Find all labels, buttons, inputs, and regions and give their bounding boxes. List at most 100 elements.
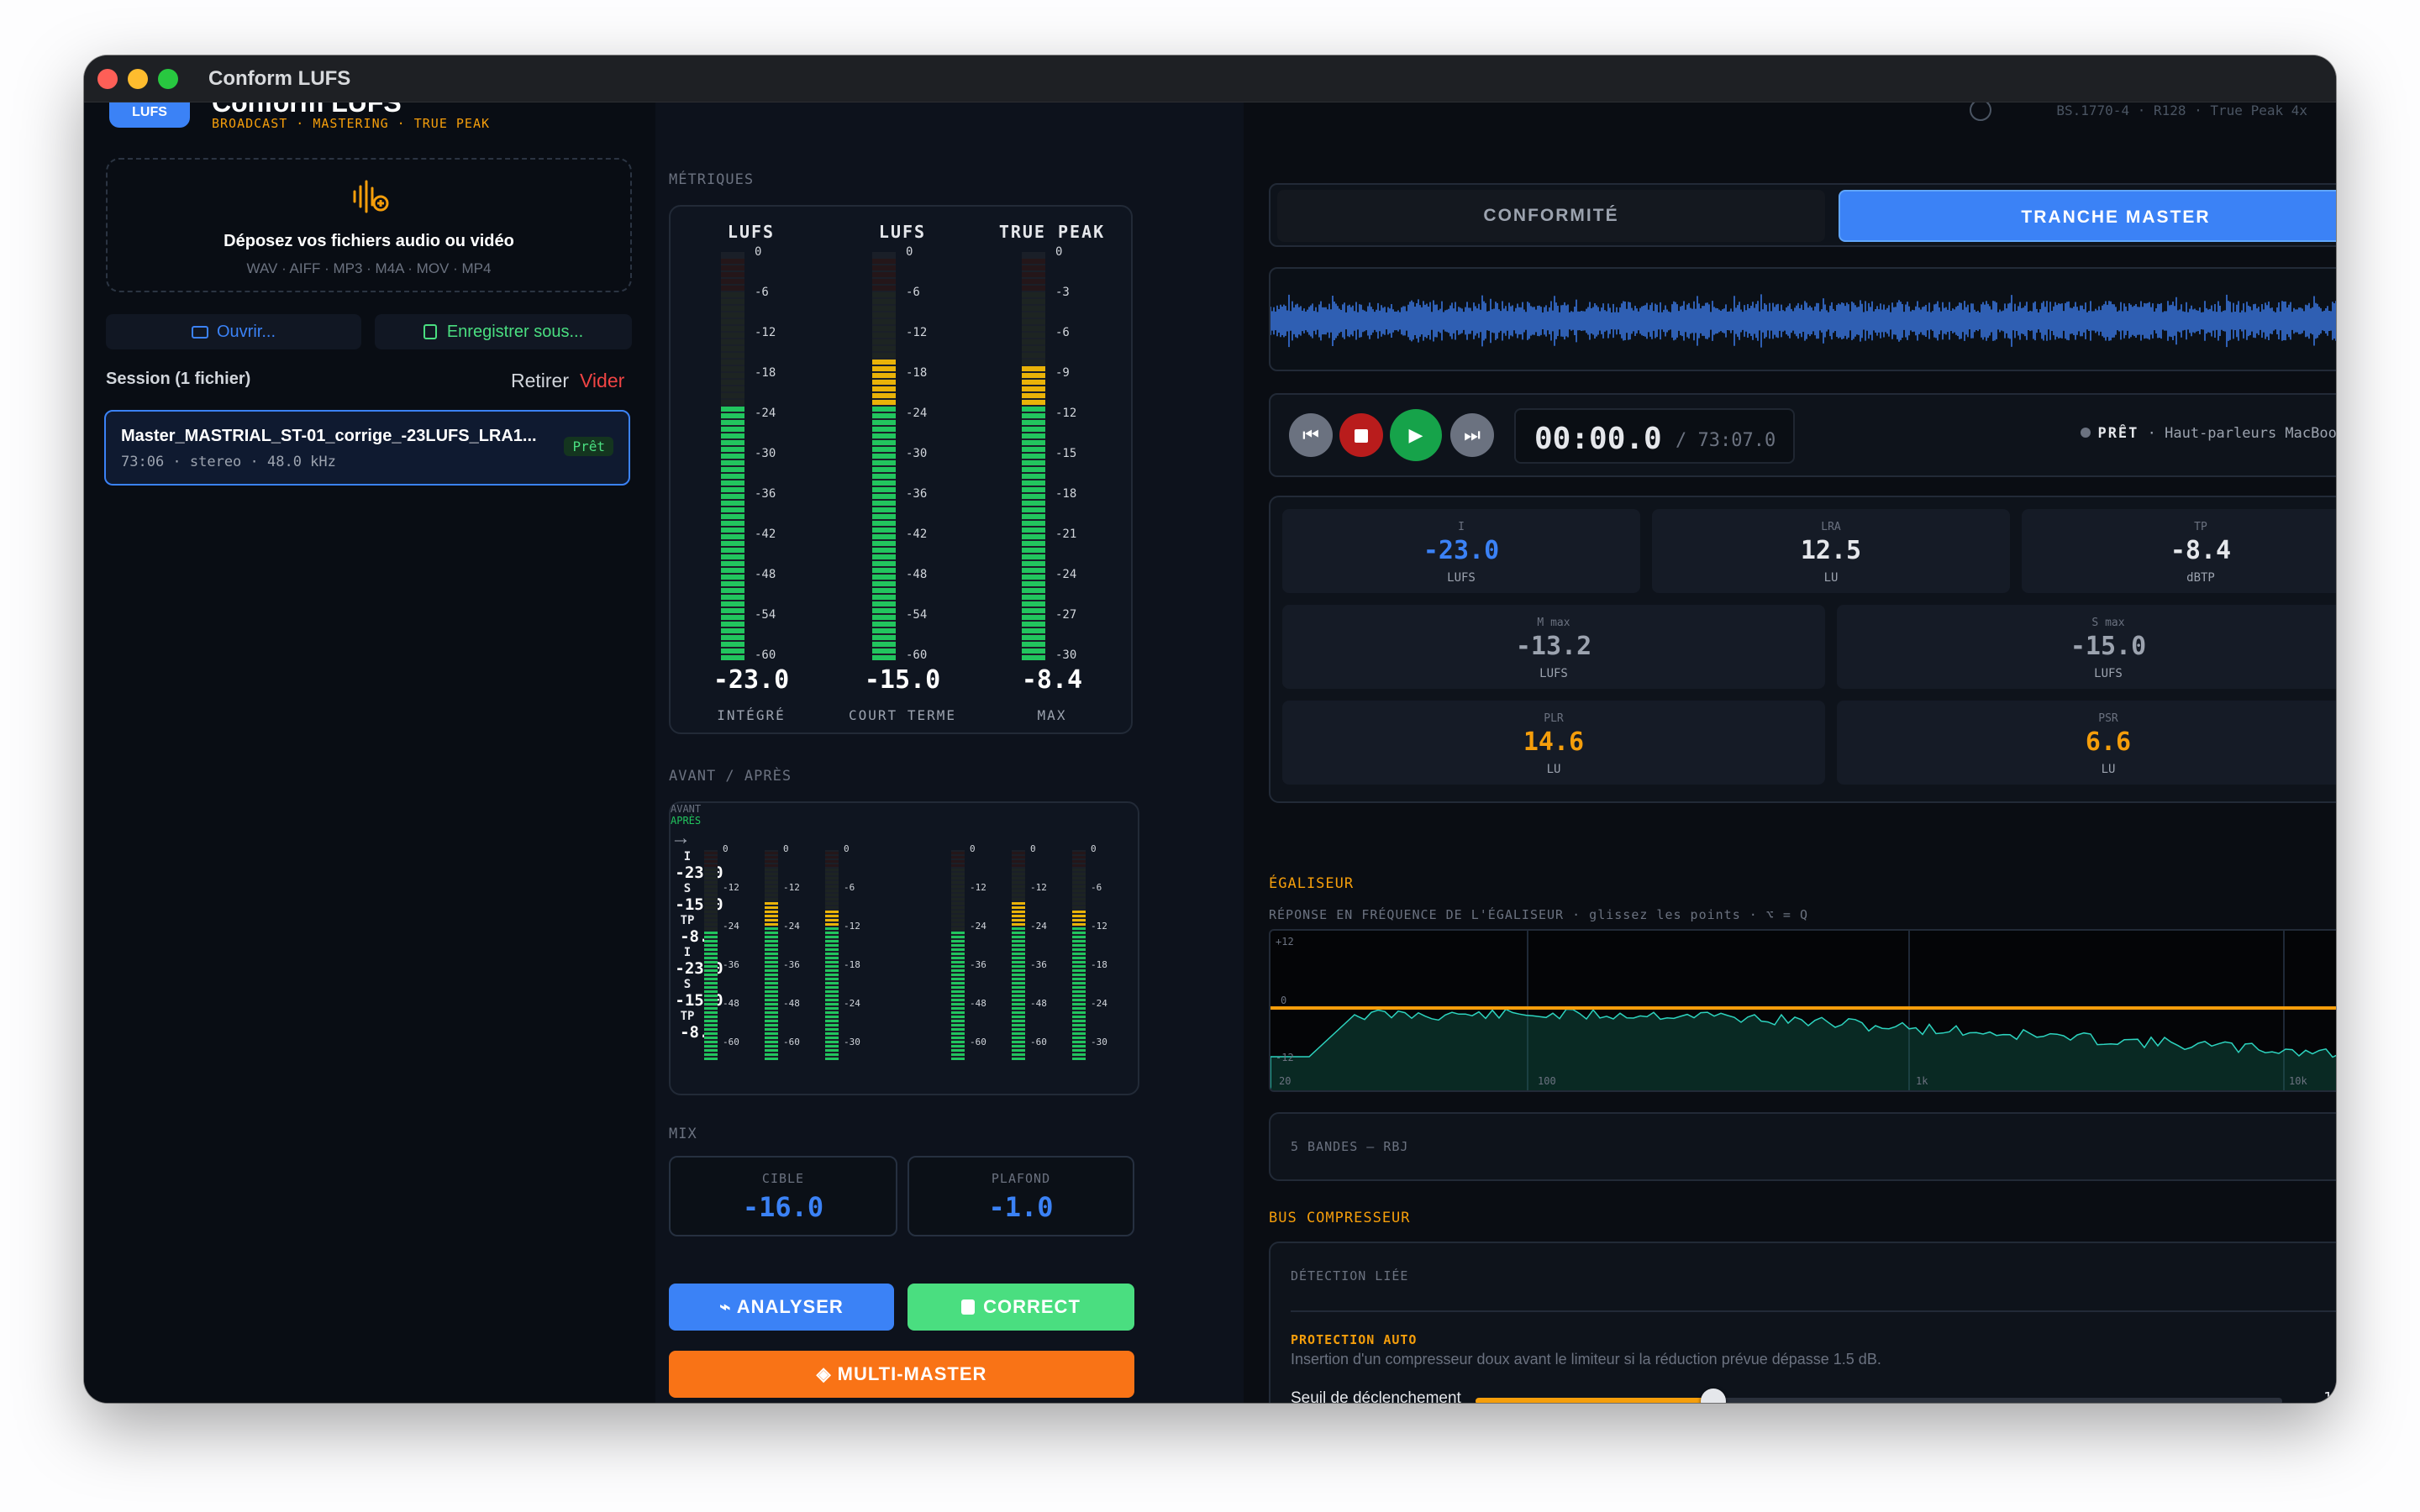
meter-value: -15.0 (864, 665, 941, 695)
meter-segment (872, 534, 896, 539)
mini-meter-tick: -12 (970, 882, 986, 893)
mini-meter-tick: -24 (1030, 921, 1047, 932)
meter-tick: -12 (755, 326, 776, 339)
meter-segment (1022, 608, 1045, 613)
threshold-slider[interactable] (1476, 1389, 2282, 1403)
meter-segment (1072, 927, 1086, 930)
meter-segment (721, 265, 744, 270)
save-as-button[interactable]: Enregistrer sous... (375, 314, 632, 349)
meter-bar (1022, 252, 1045, 660)
file-status-badge: Prêt (564, 437, 613, 456)
meter-segment (872, 628, 896, 633)
analyze-button[interactable]: ⌁ ANALYSER (669, 1284, 894, 1331)
tab-master[interactable]: TRANCHE MASTER (1839, 190, 2336, 242)
stat-card: LRA 12.5 LU (1652, 509, 2010, 593)
meter-segment (704, 1045, 718, 1047)
meter-segment (951, 1028, 965, 1031)
meter-segment (721, 312, 744, 318)
waveform[interactable] (1269, 267, 2336, 371)
meter-segment (872, 440, 896, 445)
meter-segment (1072, 923, 1086, 926)
zoom-window-button[interactable] (158, 69, 178, 89)
ceiling-field[interactable]: PLAFOND -1.0 (908, 1156, 1134, 1236)
meter-segment (1022, 286, 1045, 291)
meter-segment (1012, 999, 1025, 1001)
mini-meter-bar (704, 850, 718, 1060)
meters-panel: LUFS 0 -6 -12 -18 -24 -30 -36 -42 -48 -54 -60 -23.0 I… (669, 205, 1133, 734)
meter-segment (825, 1003, 839, 1005)
meter-segment (951, 915, 965, 917)
drop-zone[interactable]: Déposez vos fichiers audio ou vidéo WAV … (106, 158, 632, 292)
stat-value: 6.6 (2085, 727, 2132, 757)
meter-segment (765, 932, 778, 934)
clear-button[interactable]: Vider (580, 370, 624, 392)
meter-segment (1012, 957, 1025, 959)
meter-segment (704, 948, 718, 951)
meter-segment (704, 940, 718, 942)
meter-segment (825, 881, 839, 884)
mini-meter-tick: 0 (970, 843, 976, 854)
meter-segment (704, 986, 718, 989)
meter-segment (721, 447, 744, 452)
stat-card: S max -15.0 LUFS (1837, 605, 2336, 689)
meter-segment (721, 427, 744, 432)
remove-button[interactable]: Retirer (511, 370, 569, 392)
previous-button[interactable]: ⏮ (1289, 413, 1333, 457)
multi-master-button[interactable]: ◈ MULTI-MASTER (669, 1351, 1134, 1398)
minimize-window-button[interactable] (128, 69, 148, 89)
meter-segment (872, 400, 896, 405)
meter-segment (765, 948, 778, 951)
meter-segment (1072, 974, 1086, 976)
eq-graph[interactable]: +12 0 -12 20 100 1k 10k (1269, 929, 2336, 1092)
mini-meter-bar (1072, 850, 1086, 1060)
meter-segment (825, 1007, 839, 1010)
meter-segment (825, 969, 839, 972)
correct-button[interactable]: CORRECT (908, 1284, 1134, 1331)
meter-segment (1012, 1016, 1025, 1018)
meter-tick: -18 (1055, 487, 1077, 501)
meter-segment (1072, 978, 1086, 980)
open-button[interactable]: Ouvrir... (106, 314, 361, 349)
meter-segment (1072, 990, 1086, 993)
meter-segment (721, 467, 744, 472)
meter-segment (721, 440, 744, 445)
target-field[interactable]: CIBLE -16.0 (669, 1156, 897, 1236)
target-label: CIBLE (761, 1171, 805, 1186)
eq-response-curve (1270, 931, 2336, 1090)
file-list-item[interactable]: Master_MASTRIAL_ST-01_corrige_-23LUFS_LR… (104, 410, 630, 486)
meter-segment (1012, 940, 1025, 942)
threshold-slider-thumb[interactable] (1701, 1389, 1727, 1403)
meter-segment (872, 360, 896, 365)
stat-value: -13.2 (1515, 632, 1592, 661)
stop-icon (1355, 429, 1368, 444)
meter-segment (765, 944, 778, 947)
meter-segment (872, 622, 896, 627)
eq-x-tick: 100 (1538, 1075, 1556, 1087)
meter-segment (1022, 272, 1045, 277)
play-button[interactable]: ▶ (1390, 409, 1442, 461)
mini-meter-tick: -48 (783, 998, 800, 1009)
meter-tick: -48 (906, 568, 928, 581)
stop-button[interactable] (1339, 413, 1383, 457)
meter-segment (825, 1045, 839, 1047)
next-button[interactable]: ⏭ (1450, 413, 1494, 457)
tab-conformity[interactable]: CONFORMITÉ (1277, 190, 1825, 242)
meter-segment (825, 1037, 839, 1039)
meter-segment (872, 581, 896, 586)
meter-segment (825, 1049, 839, 1052)
meter-segment (951, 902, 965, 905)
meter-segment (1012, 986, 1025, 989)
meter-segment (765, 1032, 778, 1035)
close-window-button[interactable] (97, 69, 118, 89)
master-panel: BS.1770-4 · R128 · True Peak 4x CONFORMI… (1244, 99, 2336, 1403)
meter-segment (825, 898, 839, 900)
meter-segment (1022, 575, 1045, 580)
meter-segment (1022, 494, 1045, 499)
meter-segment (1072, 852, 1086, 854)
meter-segment (721, 259, 744, 264)
meter-segment (704, 932, 718, 934)
meter-caption: INTÉGRÉ (717, 707, 786, 723)
meter-segment (1012, 911, 1025, 913)
meter-segment (704, 885, 718, 888)
meter-segment (872, 259, 896, 264)
